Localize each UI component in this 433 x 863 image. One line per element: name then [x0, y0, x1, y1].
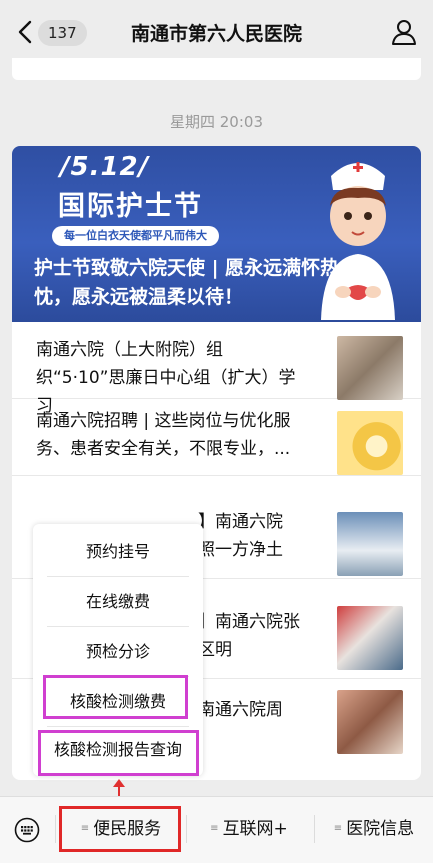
previous-message-card	[12, 58, 421, 80]
article-thumbnail	[337, 512, 403, 576]
article-title-line: 照一方净土	[198, 540, 283, 560]
message-timestamp: 星期四 20:03	[170, 113, 263, 131]
tab-divider	[314, 815, 315, 843]
tab-divider	[55, 815, 56, 843]
tab-divider	[186, 815, 187, 843]
page-title: 南通市第六人民医院	[130, 23, 302, 45]
article-thumbnail	[337, 411, 403, 475]
banner-headline: 护士节致敬六院天使 | 愿永远满怀热忱，愿永远被温柔以待！	[34, 257, 340, 308]
article-item[interactable]: 南通六院（上大附院）组织“5·10”思廉日中心组（扩大）学习	[12, 322, 421, 416]
tab-label: 互联网+	[222, 819, 288, 839]
banner-slogan: 每一位白衣天使都平凡而伟大	[52, 226, 219, 246]
tab-hospital-info[interactable]: ≡ 医院信息	[318, 813, 430, 845]
tab-internet-plus[interactable]: ≡ 互联网+	[190, 813, 308, 845]
article-thumbnail	[337, 606, 403, 670]
keyboard-icon[interactable]	[14, 817, 40, 843]
top-nav-bar: 137 南通市第六人民医院	[0, 0, 433, 64]
article-thumbnail	[337, 336, 403, 400]
article-title: 】南通六院 照一方净土	[198, 508, 328, 564]
featured-article-banner[interactable]: /5.12/ 国际护士节 每一位白衣天使都平凡而伟大 护士节致敬六院天使 | 愿…	[12, 146, 421, 322]
article-title: 南通六院周	[198, 700, 283, 720]
banner-date: /5.12/	[60, 152, 150, 182]
menu-item-pre-check-triage[interactable]: 预检分诊	[43, 628, 193, 676]
highlight-box	[38, 730, 199, 776]
menu-item-online-payment[interactable]: 在线缴费	[43, 578, 193, 626]
highlight-box	[59, 806, 181, 852]
article-item[interactable]: 南通六院招聘 | 这些岗位与优化服务、患者安全有关，不限专业，...	[12, 399, 421, 476]
article-title: 南通六院招聘 | 这些岗位与优化服务、患者安全有关，不限专业，...	[36, 411, 291, 459]
tab-label: 医院信息	[346, 819, 415, 839]
menu-item-appointment[interactable]: 预约挂号	[43, 528, 193, 576]
profile-icon[interactable]	[391, 18, 417, 46]
article-title: 】南通六院张 区明	[198, 608, 328, 664]
menu-divider	[47, 576, 189, 577]
highlight-box	[43, 675, 188, 719]
article-title-line: 】南通六院张	[198, 612, 300, 632]
menu-lines-icon: ≡	[333, 823, 343, 834]
article-thumbnail	[337, 690, 403, 754]
article-title-line: 】南通六院	[198, 512, 283, 532]
article-title-line: 区明	[198, 640, 232, 660]
menu-divider	[47, 626, 189, 627]
banner-festival-title: 国际护士节	[58, 191, 203, 222]
menu-lines-icon: ≡	[210, 823, 219, 834]
